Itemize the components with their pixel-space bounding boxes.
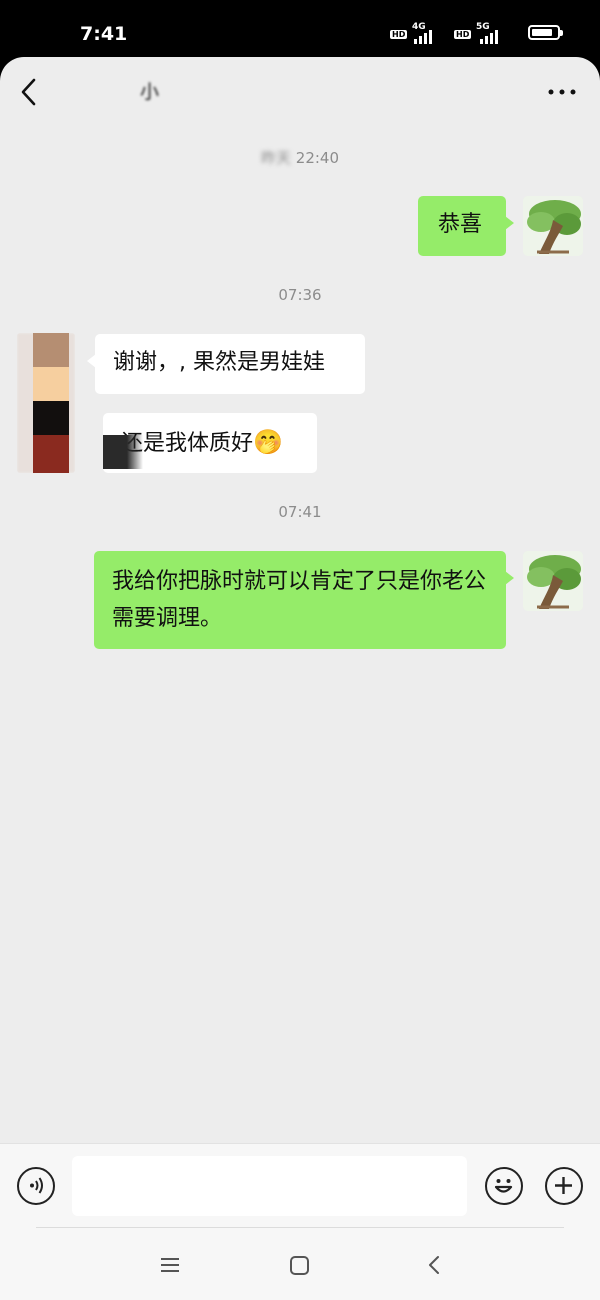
network-type-1: 4G	[412, 22, 426, 32]
home-button[interactable]	[286, 1251, 314, 1279]
tree-avatar-icon	[523, 196, 583, 256]
timestamp: 07:41	[278, 503, 322, 521]
plus-icon	[555, 1177, 572, 1194]
status-bar: 7:41 HD 4G HD 5G	[0, 0, 600, 60]
navigation-bar	[0, 1227, 600, 1300]
timestamp: 07:36	[278, 286, 322, 304]
chat-title: 小	[140, 81, 160, 103]
timestamp: 昨天 22:40	[0, 147, 600, 168]
input-bar	[0, 1143, 600, 1234]
more-button[interactable]	[546, 82, 578, 102]
nav-back-button[interactable]	[420, 1251, 448, 1279]
message-input[interactable]	[72, 1156, 467, 1216]
network-type-2: 5G	[476, 22, 490, 32]
smirk-emoji-icon: 🤭	[253, 428, 283, 456]
incoming-message[interactable]: 谢谢，, 果然是男娃娃	[87, 334, 365, 394]
more-dots-icon	[548, 89, 576, 95]
back-triangle-icon	[429, 1256, 439, 1274]
message-text: 恭喜	[438, 212, 483, 237]
avatar[interactable]	[17, 333, 75, 473]
hd-badge-2: HD	[454, 30, 472, 39]
message-text: 我给你把脉时就可以肯定了只是你老公需要调理。	[112, 569, 487, 631]
redaction-mark	[103, 435, 143, 469]
chat-screen: 小 昨天 22:40 恭喜 07:36 谢谢，, 果然是男娃娃 还是我体质好🤭 …	[0, 57, 600, 1300]
chevron-left-icon	[21, 78, 36, 106]
back-button[interactable]	[14, 74, 46, 110]
incoming-message[interactable]: 还是我体质好🤭	[103, 413, 317, 473]
menu-icon	[161, 1258, 179, 1272]
avatar[interactable]	[523, 196, 583, 256]
status-time: 7:41	[80, 23, 128, 45]
home-square-icon	[290, 1256, 309, 1275]
status-icons: HD 4G HD 5G	[390, 22, 563, 46]
hd-badge: HD	[390, 30, 408, 39]
message-text: 谢谢，, 果然是男娃娃	[113, 350, 325, 375]
more-functions-button[interactable]	[545, 1167, 583, 1205]
outgoing-message[interactable]: 我给你把脉时就可以肯定了只是你老公需要调理。	[94, 551, 514, 649]
voice-button[interactable]	[17, 1167, 55, 1205]
chat-header: 小	[0, 57, 600, 127]
smiley-icon	[494, 1179, 513, 1193]
voice-icon	[30, 1177, 43, 1194]
divider	[36, 1227, 564, 1228]
tree-avatar-icon	[523, 551, 583, 611]
battery-icon	[528, 25, 563, 40]
outgoing-message[interactable]: 恭喜	[418, 196, 514, 256]
avatar[interactable]	[523, 551, 583, 611]
timestamp-day: 昨天	[260, 149, 291, 167]
emoji-button[interactable]	[485, 1167, 523, 1205]
timestamp-time: 22:40	[295, 149, 340, 167]
menu-button[interactable]	[156, 1251, 184, 1279]
